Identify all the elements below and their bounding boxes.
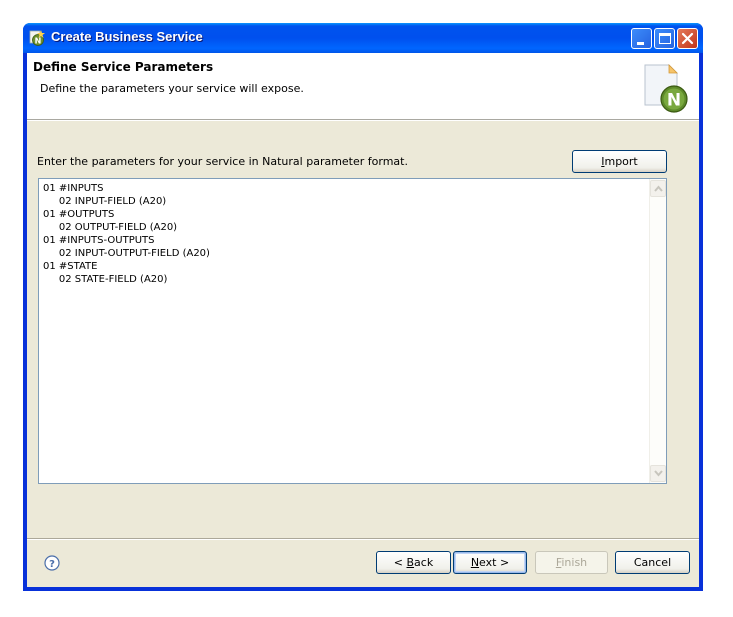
page-description: Define the parameters your service will … <box>40 82 304 95</box>
back-button[interactable]: < Back <box>376 551 451 574</box>
page-title: Define Service Parameters <box>33 60 214 74</box>
header-separator <box>27 120 699 121</box>
svg-text:?: ? <box>49 559 55 570</box>
next-mnemonic: N <box>470 556 480 569</box>
dialog-client-area: Define Service Parameters Define the par… <box>27 53 699 587</box>
help-icon[interactable]: ? <box>44 555 60 571</box>
wizard-window: N Create Business Service Define Service… <box>23 23 703 591</box>
scroll-down-button[interactable] <box>650 465 666 482</box>
back-mnemonic: B <box>406 556 415 569</box>
instruction-label: Enter the parameters for your service in… <box>37 155 408 168</box>
wizard-header: Define Service Parameters Define the par… <box>27 53 699 120</box>
minimize-button[interactable] <box>631 28 652 49</box>
maximize-icon <box>659 33 671 44</box>
close-icon <box>681 32 694 45</box>
back-prefix: < <box>393 556 407 569</box>
back-label: ack <box>414 556 434 569</box>
minimize-icon <box>637 42 644 45</box>
natural-app-icon: N <box>29 30 45 46</box>
maximize-button[interactable] <box>654 28 675 49</box>
next-label: ext > <box>479 556 510 569</box>
natural-wizard-banner-icon: N <box>635 61 691 115</box>
finish-label: inish <box>561 556 588 569</box>
window-title: Create Business Service <box>51 29 203 44</box>
chevron-up-icon <box>654 185 663 192</box>
svg-text:N: N <box>667 91 681 111</box>
close-button[interactable] <box>677 28 698 49</box>
svg-text:N: N <box>35 37 42 46</box>
next-button[interactable]: Next > <box>453 551 527 574</box>
vertical-scrollbar[interactable] <box>649 179 666 483</box>
title-bar[interactable]: N Create Business Service <box>23 23 703 53</box>
chevron-down-icon <box>654 470 663 477</box>
parameters-text[interactable]: 01 #INPUTS 02 INPUT-FIELD (A20) 01 #OUTP… <box>39 179 666 286</box>
cancel-button[interactable]: Cancel <box>615 551 690 574</box>
parameters-editor[interactable]: 01 #INPUTS 02 INPUT-FIELD (A20) 01 #OUTP… <box>38 178 667 484</box>
finish-button[interactable]: Finish <box>535 551 608 574</box>
scroll-up-button[interactable] <box>650 180 666 197</box>
footer-separator-highlight <box>27 539 699 540</box>
import-schema-button[interactable]: Import Schema... <box>572 150 667 189</box>
